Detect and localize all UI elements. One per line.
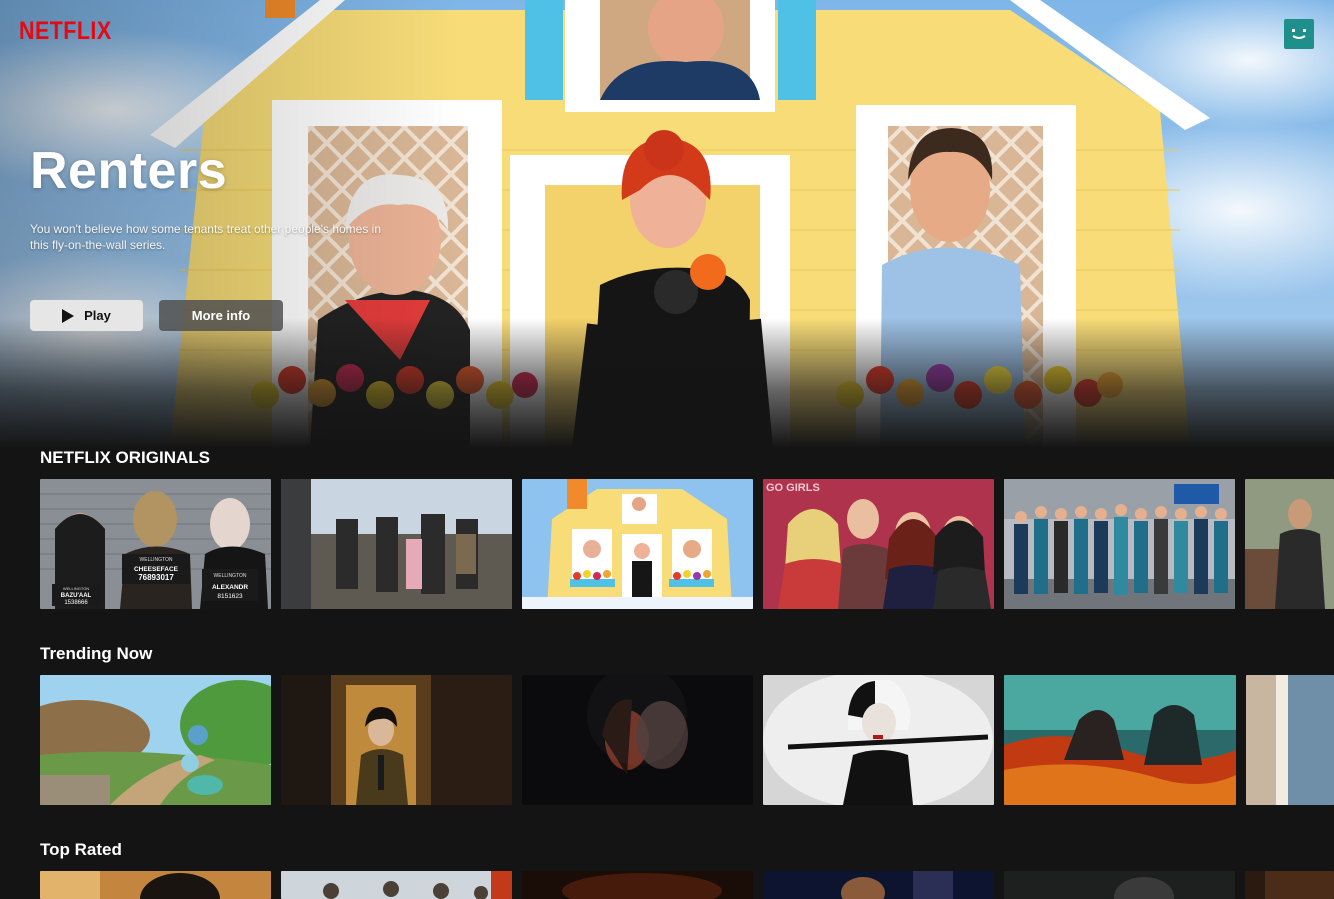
tile-luca[interactable] — [40, 675, 271, 805]
tile-top-rated-2[interactable] — [281, 871, 512, 899]
tile-text: 8151623 — [217, 593, 243, 600]
tile-action-show[interactable] — [1245, 479, 1334, 609]
tile-text: BAZU'AAL — [61, 593, 92, 599]
profile-avatar[interactable] — [1284, 19, 1314, 49]
tile-partial-tile[interactable] — [1246, 675, 1334, 805]
more-info-button[interactable]: More info — [159, 300, 283, 331]
tile-farm-group-show[interactable] — [281, 479, 512, 609]
hero-description: You won't believe how some tenants treat… — [30, 222, 382, 252]
more-info-button-label: More info — [191, 308, 251, 323]
row-top-rated — [40, 871, 1334, 899]
tile-text: 76893017 — [138, 573, 174, 582]
tile-loki[interactable] — [281, 675, 512, 805]
tile-top-rated-4[interactable] — [763, 871, 994, 899]
play-button[interactable]: Play — [30, 300, 143, 331]
tile-text: WELLINGTON — [214, 573, 247, 579]
tile-top-rated-6[interactable] — [1245, 871, 1334, 899]
tile-text: WELLINGTON — [140, 557, 173, 563]
netflix-home-page: NETFLIX Renters You won't believe how so… — [0, 0, 1334, 899]
tile-shortland-street[interactable] — [1004, 479, 1235, 609]
smiley-icon — [1292, 29, 1306, 39]
hero-banner: NETFLIX Renters You won't believe how so… — [0, 0, 1334, 448]
row-trending-now — [40, 675, 1334, 805]
tile-text: ALEXANDR — [212, 584, 248, 591]
tile-text: GO GIRLS — [766, 482, 820, 494]
tile-top-rated-1[interactable] — [40, 871, 271, 899]
tile-top-rated-5[interactable] — [1004, 871, 1235, 899]
row-netflix-originals: WELLINGTON CHEESEFACE 76893017 WELLINGTO… — [40, 479, 1334, 609]
row-title-netflix-originals: NETFLIX ORIGINALS — [40, 448, 210, 467]
tile-text: WELLINGTON — [63, 586, 89, 591]
tile-cruella[interactable] — [763, 675, 994, 805]
tile-top-rated-3[interactable] — [522, 871, 753, 899]
tile-text: CHEESEFACE — [134, 566, 179, 573]
tile-go-girls[interactable]: GO GIRLS — [763, 479, 994, 609]
tile-renters[interactable] — [522, 479, 753, 609]
hero-bottom-fade — [0, 318, 1334, 448]
row-title-top-rated: Top Rated — [40, 840, 122, 859]
tile-thriller-couple[interactable] — [522, 675, 753, 805]
play-icon — [62, 308, 75, 323]
hero-title: Renters — [30, 142, 228, 200]
netflix-logo[interactable]: NETFLIX — [19, 17, 112, 46]
tile-text: 1538666 — [64, 600, 88, 606]
tile-wellington-paranormal[interactable]: WELLINGTON CHEESEFACE 76893017 WELLINGTO… — [40, 479, 271, 609]
play-button-label: Play — [84, 308, 111, 323]
tile-godzilla-vs-kong[interactable] — [1004, 675, 1236, 805]
row-title-trending-now: Trending Now — [40, 644, 153, 663]
